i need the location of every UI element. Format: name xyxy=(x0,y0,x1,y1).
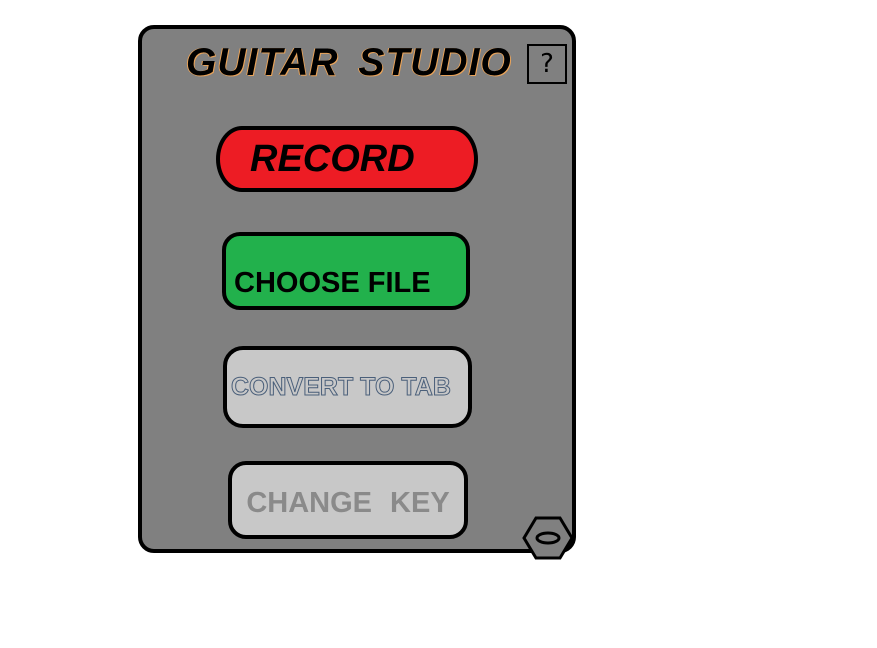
guitar-studio-panel: GUITAR STUDIO ? RECORD CHOOSE FILE CONVE… xyxy=(138,25,576,560)
convert-to-tab-button[interactable]: CONVERT TO TAB xyxy=(223,346,472,428)
help-button[interactable]: ? xyxy=(527,44,567,84)
change-key-button[interactable]: CHANGE KEY xyxy=(228,461,468,539)
hex-nut-icon[interactable] xyxy=(522,515,574,561)
app-title: GUITAR STUDIO xyxy=(186,41,512,84)
record-button[interactable]: RECORD xyxy=(216,126,478,192)
choose-file-button[interactable]: CHOOSE FILE xyxy=(222,232,470,310)
